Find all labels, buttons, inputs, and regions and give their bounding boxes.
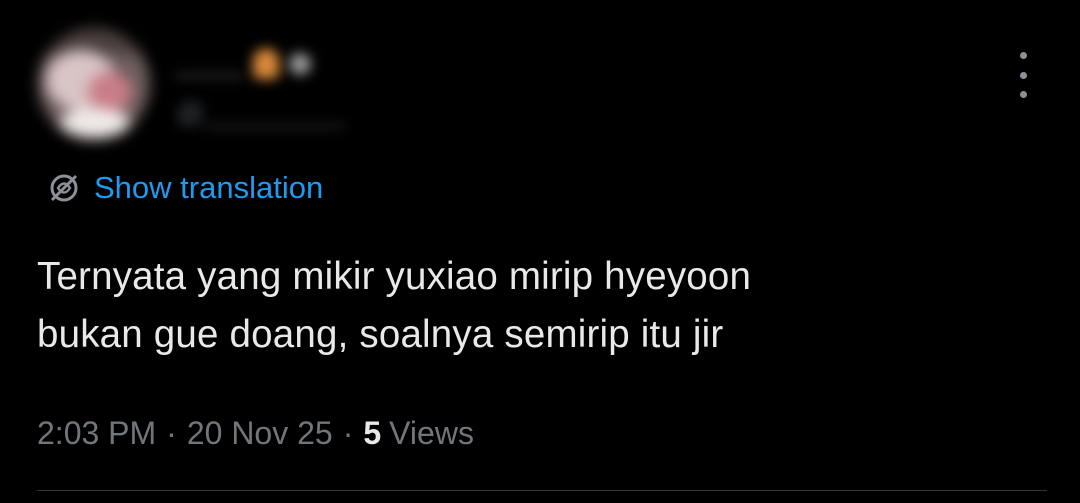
more-dot	[1019, 71, 1027, 79]
author-display-name[interactable]: ____	[176, 47, 243, 81]
views-label[interactable]: Views	[389, 415, 474, 452]
tweet-date[interactable]: 20 Nov 25	[187, 415, 333, 452]
divider	[37, 490, 1047, 491]
tweet-text: Ternyata yang mikir yuxiao mirip hyeyoon…	[37, 248, 1047, 364]
show-translation-button[interactable]: Show translation	[46, 166, 323, 210]
globe-icon	[50, 174, 78, 202]
show-translation-label[interactable]: Show translation	[94, 170, 323, 206]
more-options-button[interactable]	[1006, 52, 1040, 98]
avatar[interactable]	[38, 28, 150, 140]
more-dot	[1019, 52, 1027, 59]
emoji-icon	[252, 49, 279, 79]
tweet-text-line: Ternyata yang mikir yuxiao mirip hyeyoon	[37, 255, 752, 298]
tweet-meta: 2:03 PM · 20 Nov 25 · 5 Views	[37, 410, 474, 456]
tweet-text-line: bukan gue doang, soalnya semirip itu jir	[37, 313, 724, 356]
tweet-time[interactable]: 2:03 PM	[37, 415, 156, 452]
author-name-row[interactable]: ____	[176, 44, 311, 84]
badge-icon	[288, 53, 311, 75]
meta-separator: ·	[342, 414, 354, 451]
author-handle[interactable]: @_________	[176, 97, 345, 129]
author-handle-row[interactable]: @_________	[176, 96, 345, 130]
tweet-detail: ____ @_________ Show translation Ternyat…	[0, 0, 1080, 503]
meta-separator: ·	[166, 414, 177, 451]
more-dot	[1019, 91, 1027, 98]
views-count[interactable]: 5	[363, 415, 381, 452]
